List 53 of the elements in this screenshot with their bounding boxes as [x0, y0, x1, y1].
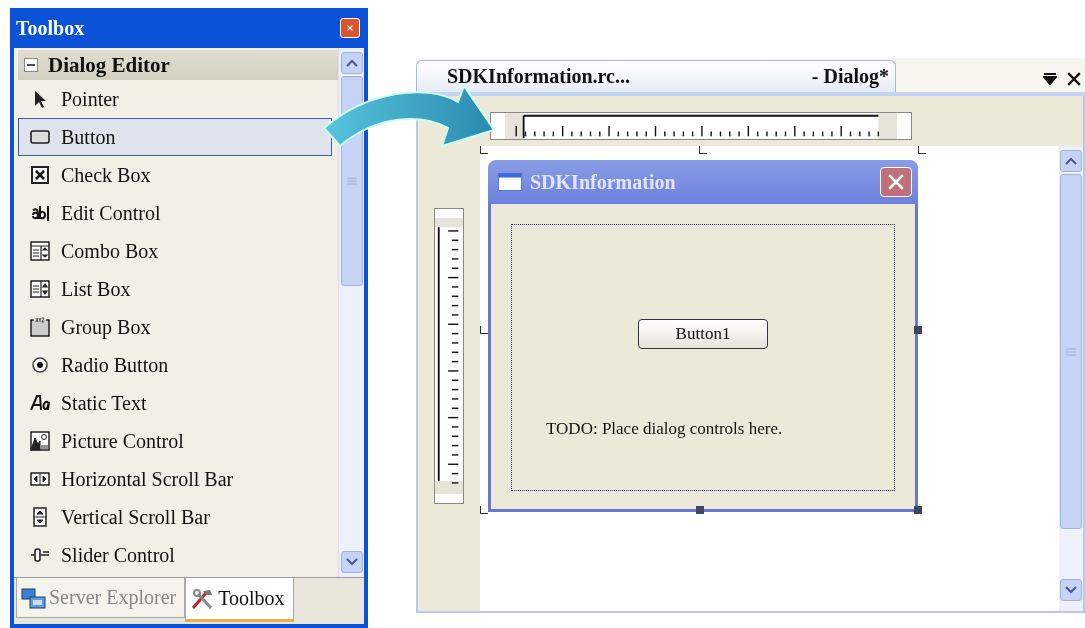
- caret-icon: [1065, 586, 1077, 594]
- toolbox-item[interactable]: Radio Button: [18, 346, 332, 384]
- toolbox-item[interactable]: Horizontal Scroll Bar: [18, 460, 332, 498]
- close-button[interactable]: [880, 167, 912, 197]
- toolbox-item[interactable]: Static Text: [18, 384, 332, 422]
- scroll-up-button[interactable]: [1060, 150, 1082, 172]
- toolbox-item[interactable]: Slider Control: [18, 536, 332, 574]
- radio-icon: [29, 354, 51, 376]
- caret-icon: [345, 59, 358, 67]
- resize-handle[interactable]: [480, 326, 488, 334]
- collapse-icon[interactable]: [24, 58, 38, 72]
- computers-icon: [21, 585, 47, 610]
- dialog-window[interactable]: SDKInformation Button1 TODO: Place dialog controls here.: [488, 160, 918, 512]
- document-tab[interactable]: SDKInformation.rc... - Dialog*: [416, 60, 896, 92]
- toolbox-item[interactable]: Pointer: [18, 80, 332, 118]
- scroll-down-button[interactable]: [1060, 579, 1082, 601]
- dialog-title: SDKInformation: [530, 170, 677, 194]
- toolbox-item[interactable]: Button: [18, 118, 332, 156]
- checkbox-icon: [29, 164, 51, 186]
- close-icon: [347, 23, 353, 33]
- resize-handle[interactable]: [480, 146, 488, 154]
- window-icon: [498, 173, 522, 191]
- resize-handle[interactable]: [699, 146, 707, 154]
- close-icon[interactable]: [1067, 72, 1081, 86]
- section-title: Dialog Editor: [48, 52, 170, 78]
- panel-title: Toolbox: [16, 16, 85, 40]
- resize-handle[interactable]: [480, 506, 488, 514]
- toolbox-item[interactable]: Combo Box: [18, 232, 332, 270]
- resize-handle[interactable]: [914, 506, 922, 514]
- toolbox-item[interactable]: List Box: [18, 270, 332, 308]
- static-text: TODO: Place dialog controls here.: [546, 419, 783, 439]
- picture-icon: [29, 430, 51, 452]
- scroll-down-button[interactable]: [340, 551, 363, 573]
- resize-handle[interactable]: [696, 506, 704, 514]
- resize-handle[interactable]: [918, 146, 926, 154]
- dropdown-icon[interactable]: [1043, 73, 1057, 85]
- panel-tab[interactable]: Toolbox: [185, 578, 294, 622]
- resize-handle[interactable]: [914, 326, 922, 334]
- group-icon: [29, 316, 51, 338]
- caret-icon: [1065, 157, 1077, 165]
- toolbox-item[interactable]: Group Box: [18, 308, 332, 346]
- close-icon: [888, 174, 904, 190]
- toolbox-item[interactable]: Check Box: [18, 156, 332, 194]
- toolbox-item[interactable]: Picture Control: [18, 422, 332, 460]
- combo-icon: [29, 240, 51, 262]
- list-icon: [29, 278, 51, 300]
- caret-icon: [345, 558, 358, 566]
- dialog-button[interactable]: Button1: [638, 319, 768, 349]
- toolbox-item[interactable]: Vertical Scroll Bar: [18, 498, 332, 536]
- scroll-thumb[interactable]: [1060, 174, 1082, 529]
- scroll-up-button[interactable]: [340, 52, 363, 74]
- toolbox-item[interactable]: Edit Control: [18, 194, 332, 232]
- close-button[interactable]: [340, 18, 360, 38]
